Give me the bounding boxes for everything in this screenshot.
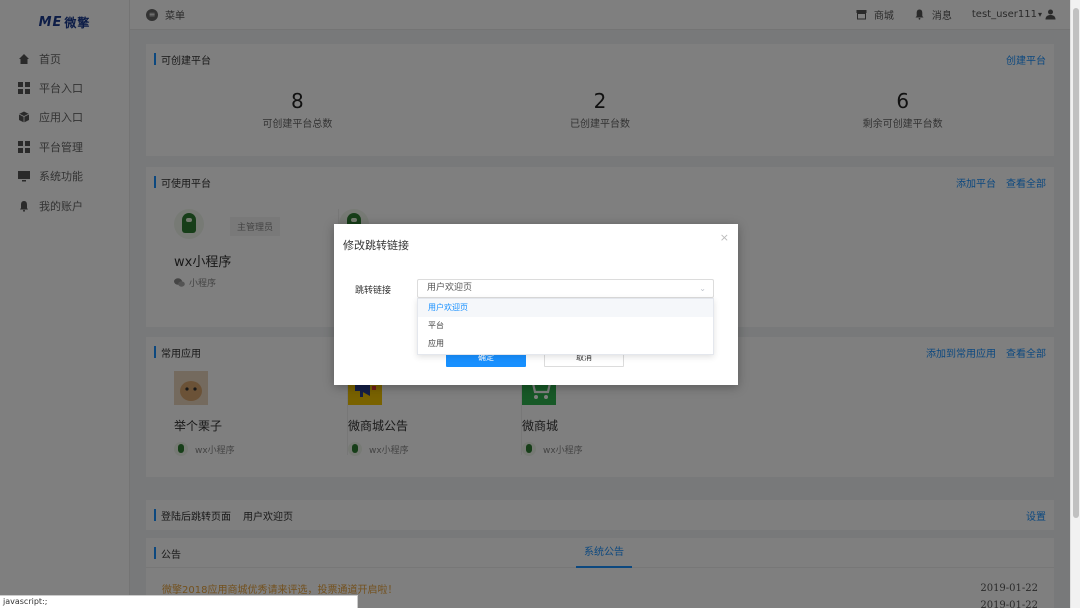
- dialog-title: 修改跳转链接: [343, 239, 409, 252]
- option-app[interactable]: 应用: [418, 335, 713, 353]
- redirect-link-select[interactable]: 用户欢迎页 ⌄: [417, 279, 714, 298]
- select-value: 用户欢迎页: [427, 283, 473, 293]
- browser-status-bar: javascript:;: [0, 595, 358, 608]
- edit-redirect-dialog: 修改跳转链接 × 跳转链接 用户欢迎页 ⌄ 用户欢迎页 平台 应用 确定 取消: [334, 224, 738, 385]
- redirect-link-options: 用户欢迎页 平台 应用: [417, 298, 714, 355]
- scrollbar-thumb[interactable]: [1073, 8, 1079, 518]
- option-welcome[interactable]: 用户欢迎页: [418, 299, 713, 317]
- chevron-down-icon: ⌄: [699, 284, 706, 293]
- close-icon[interactable]: ×: [720, 231, 729, 244]
- page-scrollbar[interactable]: [1070, 0, 1080, 608]
- redirect-link-label: 跳转链接: [355, 286, 392, 296]
- option-platform[interactable]: 平台: [418, 317, 713, 335]
